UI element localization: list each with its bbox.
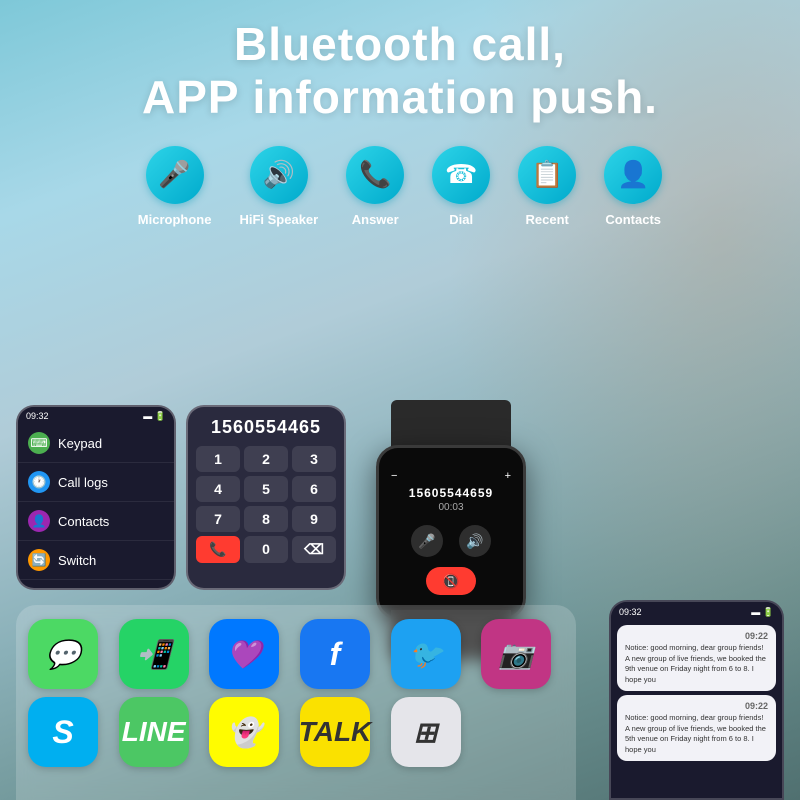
dialpad-key-0[interactable]: 1 — [196, 446, 240, 472]
app-icon-line[interactable]: LINE — [119, 697, 189, 767]
main-content: Bluetooth call, APP information push. 🎤 … — [0, 0, 800, 800]
app-grid-section: 💬 📲 💜 f 🐦 📷 S LINE 👻 TALK ⊞ — [16, 605, 576, 800]
notif-timestamp: 09:22 — [625, 701, 768, 711]
switch-menu-label: Switch — [58, 553, 96, 568]
dialpad-key-1[interactable]: 2 — [244, 446, 288, 472]
switch-menu-icon: 🔄 — [28, 549, 50, 571]
app-icon-messenger[interactable]: 💜 — [209, 619, 279, 689]
watch-phone-number: 15605544659 — [409, 486, 493, 500]
hifi-speaker-label: HiFi Speaker — [239, 212, 318, 227]
dialpad-key-5[interactable]: 6 — [292, 476, 336, 502]
app-icon-twitter[interactable]: 🐦 — [391, 619, 461, 689]
watch-device: − + 15605544659 00:03 🎤 🔊 📵 — [356, 400, 546, 620]
watch-body: − + 15605544659 00:03 🎤 🔊 📵 — [376, 445, 526, 620]
call-logs-menu-icon: 🕐 — [28, 471, 50, 493]
app-icon-facebook[interactable]: f — [300, 619, 370, 689]
app-icon-grid-app[interactable]: ⊞ — [391, 697, 461, 767]
dialpad-key-8[interactable]: 9 — [292, 506, 336, 532]
watch-strap-top — [391, 400, 511, 450]
answer-icon: 📞 — [346, 146, 404, 204]
notif-timestamp: 09:22 — [625, 631, 768, 641]
app-icon-skype[interactable]: S — [28, 697, 98, 767]
dialpad-key-6[interactable]: 7 — [196, 506, 240, 532]
watch-call-timer: 00:03 — [438, 502, 463, 513]
microphone-label: Microphone — [138, 212, 212, 227]
dialpad-number: 1560554465 — [196, 417, 336, 438]
feature-item-hifi-speaker: 🔊 HiFi Speaker — [239, 146, 318, 227]
keypad-menu-icon: ⌨ — [28, 432, 50, 454]
feature-item-contacts: 👤 Contacts — [604, 146, 662, 227]
app-icon-instagram[interactable]: 📷 — [481, 619, 551, 689]
dialpad-key-7[interactable]: 8 — [244, 506, 288, 532]
watch-screen: − + 15605544659 00:03 🎤 🔊 📵 — [379, 448, 523, 617]
recent-icon: 📋 — [518, 146, 576, 204]
app-icon-whatsapp[interactable]: 📲 — [119, 619, 189, 689]
microphone-icon: 🎤 — [146, 146, 204, 204]
title-line1: Bluetooth call, — [0, 18, 800, 71]
watch-speaker-button[interactable]: 🔊 — [459, 525, 491, 557]
cards-row: 09:32 ▬ 🔋 ⌨ Keypad 🕐 Call logs 👤 Contact… — [0, 380, 562, 590]
notif-text: Notice: good morning, dear group friends… — [625, 643, 768, 685]
watch-plus: + — [505, 470, 511, 482]
dialpad-key-10[interactable]: 0 — [244, 536, 288, 563]
notif-battery: ▬ 🔋 — [751, 607, 774, 618]
app-icon-snapchat[interactable]: 👻 — [209, 697, 279, 767]
call-logs-menu-label: Call logs — [58, 475, 108, 490]
phone-battery: ▬ 🔋 — [143, 411, 166, 422]
phone-status: 09:32 ▬ 🔋 — [18, 407, 174, 424]
menu-item-call-logs[interactable]: 🕐 Call logs — [18, 463, 174, 502]
phone-time: 09:32 — [26, 411, 49, 422]
hifi-speaker-icon: 🔊 — [250, 146, 308, 204]
recent-label: Recent — [526, 212, 569, 227]
notif-time: 09:32 — [619, 607, 642, 618]
notif-item: 09:22 Notice: good morning, dear group f… — [617, 625, 776, 691]
notif-items: 09:22 Notice: good morning, dear group f… — [611, 625, 782, 761]
feature-item-microphone: 🎤 Microphone — [138, 146, 212, 227]
dialpad-key-9[interactable]: 📞 — [196, 536, 240, 563]
feature-item-dial: ☎ Dial — [432, 146, 490, 227]
menu-item-switch[interactable]: 🔄 Switch — [18, 541, 174, 580]
bottom-area: 09:32 ▬ 🔋 ⌨ Keypad 🕐 Call logs 👤 Contact… — [0, 380, 800, 800]
dial-label: Dial — [449, 212, 473, 227]
title-section: Bluetooth call, APP information push. — [0, 0, 800, 124]
dialpad-card: 1560554465 123 456 789 📞0⌫ — [186, 405, 346, 590]
contacts-menu-icon: 👤 — [28, 510, 50, 532]
watch-end-call-button[interactable]: 📵 — [426, 567, 476, 595]
answer-label: Answer — [352, 212, 399, 227]
phone-screen-left: 09:32 ▬ 🔋 ⌨ Keypad 🕐 Call logs 👤 Contact… — [16, 405, 176, 590]
contacts-menu-label: Contacts — [58, 514, 109, 529]
watch-mute-button[interactable]: 🎤 — [411, 525, 443, 557]
notification-card: 09:32 ▬ 🔋 09:22 Notice: good morning, de… — [609, 600, 784, 800]
watch-minus: − — [391, 470, 397, 482]
menu-item-keypad[interactable]: ⌨ Keypad — [18, 424, 174, 463]
notif-status-bar: 09:32 ▬ 🔋 — [611, 602, 782, 621]
contacts-label: Contacts — [605, 212, 661, 227]
dialpad-key-3[interactable]: 4 — [196, 476, 240, 502]
title-line2: APP information push. — [0, 71, 800, 124]
features-row: 🎤 Microphone 🔊 HiFi Speaker 📞 Answer ☎ D… — [0, 146, 800, 227]
phone-menu: ⌨ Keypad 🕐 Call logs 👤 Contacts 🔄 Switch — [18, 424, 174, 580]
contacts-icon: 👤 — [604, 146, 662, 204]
feature-item-answer: 📞 Answer — [346, 146, 404, 227]
menu-item-contacts[interactable]: 👤 Contacts — [18, 502, 174, 541]
dialpad-key-4[interactable]: 5 — [244, 476, 288, 502]
watch-call-controls: 🎤 🔊 — [411, 525, 491, 557]
dial-icon: ☎ — [432, 146, 490, 204]
dialpad-key-2[interactable]: 3 — [292, 446, 336, 472]
dialpad-key-11[interactable]: ⌫ — [292, 536, 336, 563]
notif-text: Notice: good morning, dear group friends… — [625, 713, 768, 755]
notif-item: 09:22 Notice: good morning, dear group f… — [617, 695, 776, 761]
keypad-menu-label: Keypad — [58, 436, 102, 451]
dialpad-grid[interactable]: 123 456 789 📞0⌫ — [196, 446, 336, 563]
app-grid: 💬 📲 💜 f 🐦 📷 S LINE 👻 TALK ⊞ — [28, 619, 564, 767]
feature-item-recent: 📋 Recent — [518, 146, 576, 227]
app-icon-messages[interactable]: 💬 — [28, 619, 98, 689]
app-icon-kakaotalk[interactable]: TALK — [300, 697, 370, 767]
